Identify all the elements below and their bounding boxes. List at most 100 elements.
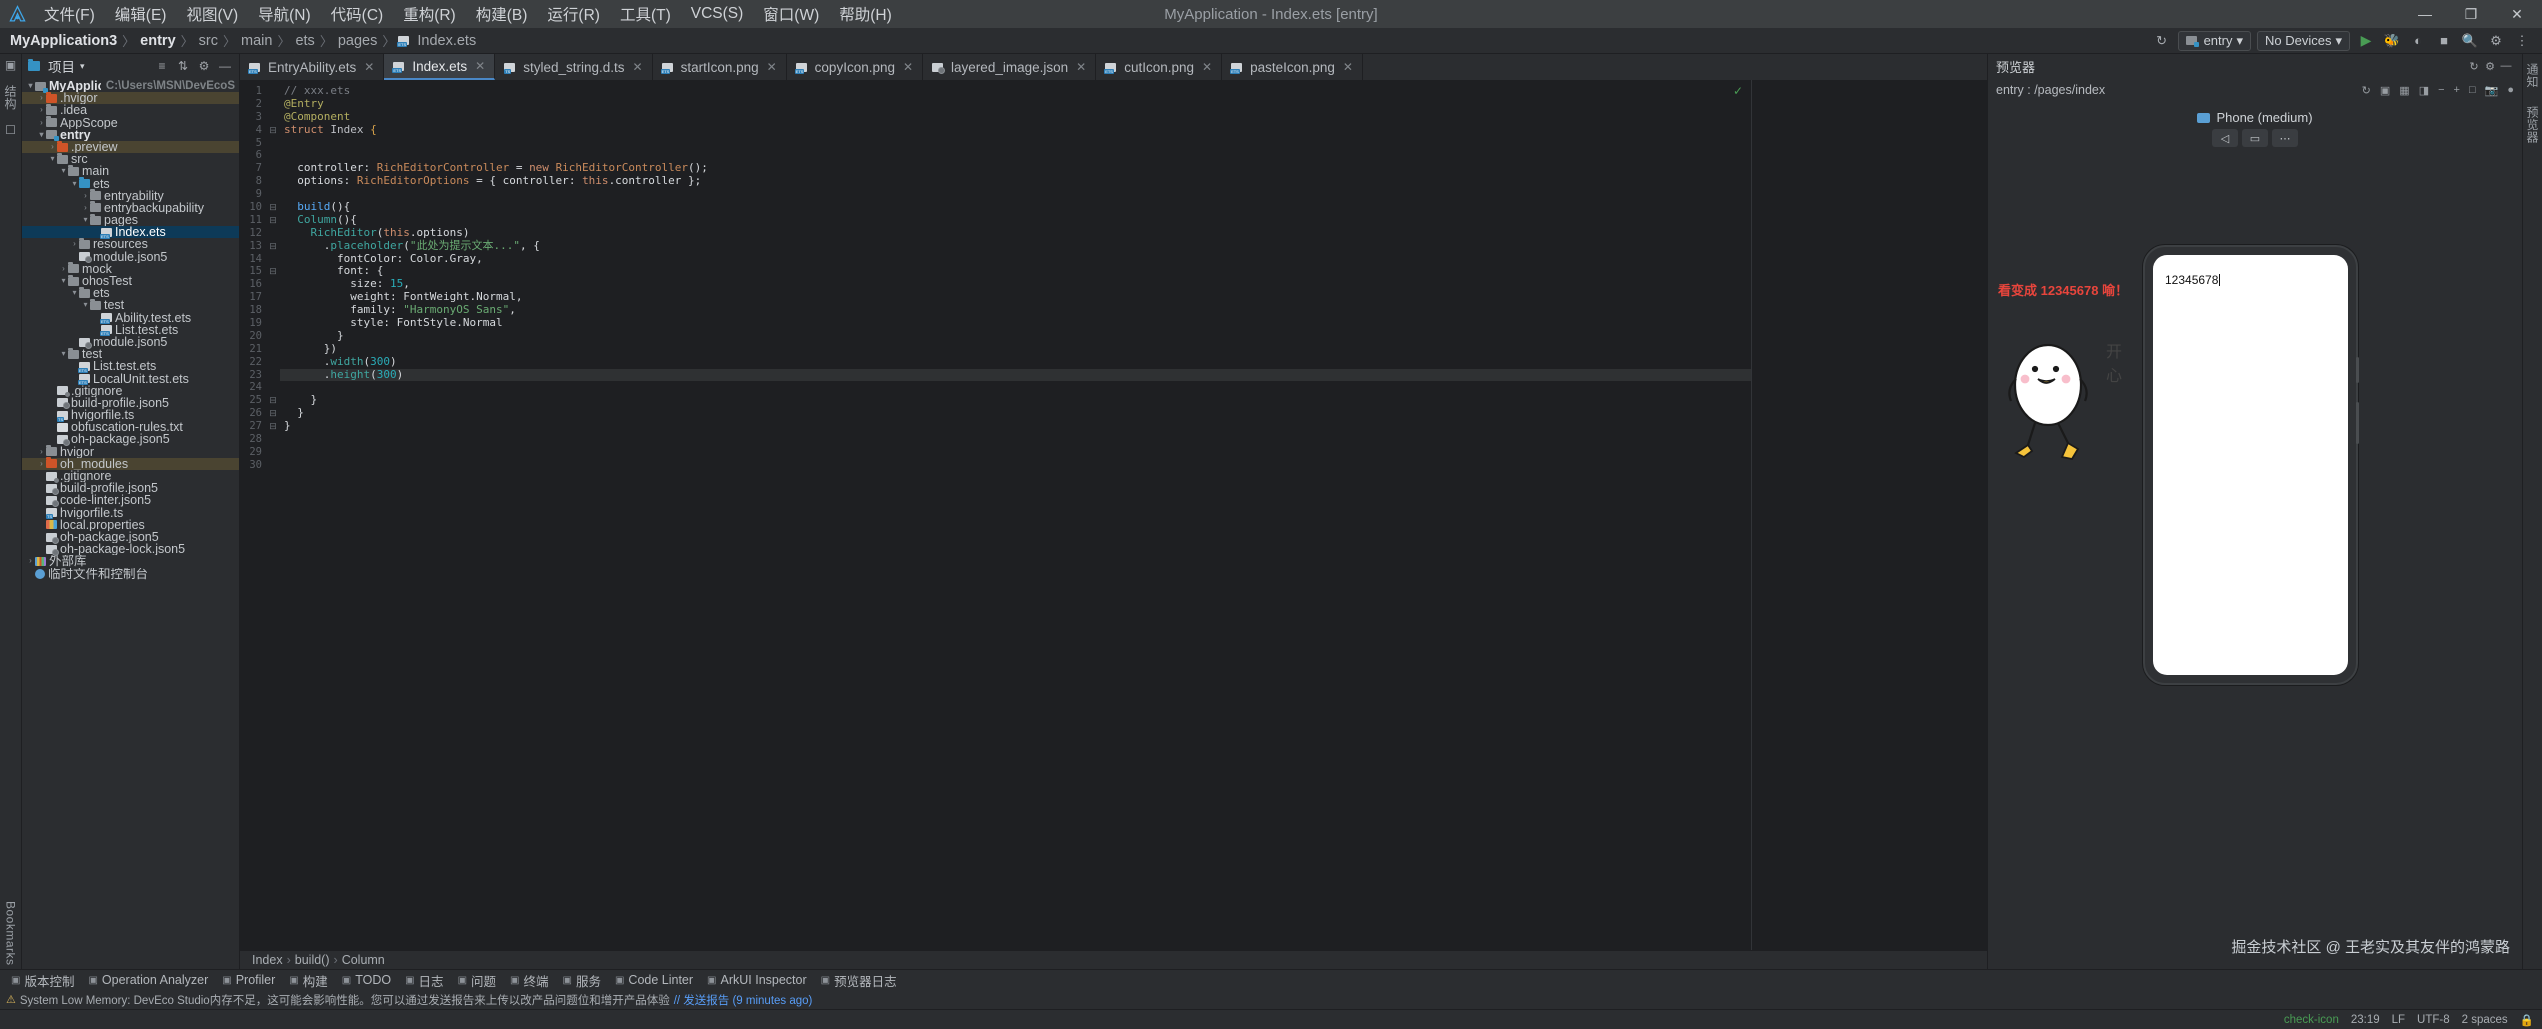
phone-screen[interactable]: 12345678 <box>2153 255 2348 675</box>
tree-item[interactable]: Ability.test.ets <box>22 312 239 325</box>
chevron-down-icon[interactable]: ▾ <box>70 178 79 190</box>
code-line[interactable]: // xxx.ets <box>280 84 1751 98</box>
tree-item[interactable]: ▾ ets <box>22 286 239 299</box>
grid-icon[interactable]: ▦ <box>2399 84 2409 97</box>
fit-icon[interactable]: □ <box>2469 84 2476 96</box>
minimize-button[interactable]: — <box>2402 0 2448 28</box>
home-button[interactable]: ▭ <box>2242 129 2268 147</box>
tree-item[interactable]: ▾ src <box>22 152 239 165</box>
menu-item-window[interactable]: 窗口(W) <box>753 0 829 28</box>
tree-item[interactable]: .gitignore <box>22 470 239 483</box>
tree-item[interactable]: oh-package.json5 <box>22 531 239 544</box>
line-separator[interactable]: LF <box>2392 1014 2405 1026</box>
search-icon[interactable]: 🔍 <box>2460 31 2480 51</box>
menu-item-vcs[interactable]: VCS(S) <box>681 2 754 26</box>
code-line[interactable]: } <box>280 406 1751 420</box>
close-icon[interactable]: ✕ <box>903 60 913 74</box>
chevron-down-icon[interactable]: ▾ <box>37 129 46 141</box>
notifications-label[interactable]: 通知 <box>2524 60 2541 91</box>
code-content[interactable]: // xxx.ets @Entry @Component struct Index {… <box>280 80 1751 950</box>
editor-tab[interactable]: Index.ets ✕ <box>384 54 496 80</box>
code-line[interactable]: } <box>280 329 1751 343</box>
chevron-right-icon[interactable]: › <box>37 104 46 116</box>
code-editor[interactable]: 1 2 3 4 5 6 7 8 9 10 11 12 13 14 15 16 17 18 19 20 21 22 23 24 2… <box>240 80 1751 950</box>
code-line[interactable]: }) <box>280 342 1751 356</box>
code-fold-column[interactable]: ⊟ ⊟ ⊟ ⊟ ⊟ ⊟ ⊟ ⊟ <box>266 80 280 950</box>
bc-index[interactable]: Index <box>252 953 283 967</box>
close-icon[interactable]: ✕ <box>767 60 777 74</box>
close-button[interactable]: ✕ <box>2494 0 2540 28</box>
editor-tab[interactable]: startIcon.png ✕ <box>653 54 787 80</box>
code-line[interactable] <box>280 381 1751 394</box>
code-line[interactable]: .width(300) <box>280 355 1751 369</box>
tree-item[interactable]: Index.ets <box>22 226 239 239</box>
breadcrumb-ets[interactable]: ets <box>293 33 316 49</box>
inspector-icon[interactable]: ◨ <box>2419 84 2429 97</box>
menu-item-navigate[interactable]: 导航(N) <box>248 0 321 28</box>
close-icon[interactable]: ✕ <box>475 59 485 73</box>
inspection-status-icon[interactable]: ✓ <box>1733 84 1743 98</box>
debug-icon[interactable]: 🐝 <box>2382 31 2402 51</box>
tree-item[interactable]: ▾ ets <box>22 177 239 190</box>
code-line[interactable] <box>280 446 1751 459</box>
code-line[interactable]: struct Index { <box>280 123 1751 137</box>
tool-window-button[interactable]: ▣ TODO <box>335 971 398 990</box>
code-line[interactable]: build(){ <box>280 200 1751 214</box>
chevron-right-icon[interactable]: › <box>26 555 35 567</box>
bookmarks-label[interactable]: Bookmarks <box>4 898 18 969</box>
chevron-right-icon[interactable]: › <box>37 446 46 458</box>
bc-build[interactable]: build() <box>295 953 330 967</box>
fold-toggle-icon[interactable]: ⊟ <box>266 214 280 227</box>
file-encoding[interactable]: UTF-8 <box>2417 1014 2450 1026</box>
breadcrumb-src[interactable]: src <box>197 33 220 49</box>
chevron-right-icon[interactable]: › <box>37 92 46 104</box>
bc-column[interactable]: Column <box>342 953 385 967</box>
tree-item[interactable]: .gitignore <box>22 385 239 398</box>
chevron-right-icon[interactable]: › <box>37 117 46 129</box>
tree-item[interactable]: › hvigor <box>22 445 239 458</box>
tree-item[interactable]: › entryability <box>22 189 239 202</box>
tree-item[interactable]: local.properties <box>22 519 239 531</box>
chevron-right-icon[interactable]: › <box>81 190 90 202</box>
tree-item[interactable]: › AppScope <box>22 116 239 129</box>
tree-item[interactable]: oh-package.json5 <box>22 433 239 447</box>
code-line[interactable]: } <box>280 419 1751 433</box>
hide-panel-icon[interactable]: — <box>217 58 233 74</box>
close-icon[interactable]: ✕ <box>633 60 643 74</box>
tree-item[interactable]: ▾ pages <box>22 213 239 226</box>
tree-item[interactable]: › resources <box>22 238 239 251</box>
project-tree[interactable]: ▾ MyApplication3 [MyApplication] C:\Users\… <box>22 78 239 969</box>
breadcrumb-file[interactable]: Index.ets <box>415 33 478 49</box>
previewer-label[interactable]: 预览器 <box>2524 103 2541 147</box>
menu-item-view[interactable]: 视图(V) <box>176 0 248 28</box>
close-icon[interactable]: ✕ <box>364 60 374 74</box>
editor-tab[interactable]: pasteIcon.png ✕ <box>1222 54 1363 80</box>
fold-toggle-icon[interactable]: ⊟ <box>266 407 280 420</box>
previewer-settings-icon[interactable]: ⚙ <box>2482 58 2498 74</box>
code-line[interactable] <box>280 433 1751 446</box>
tool-window-button[interactable]: ▣ 终端 <box>503 971 555 990</box>
tree-item[interactable]: module.json5 <box>22 251 239 264</box>
editor-tab[interactable]: cutIcon.png ✕ <box>1096 54 1223 80</box>
tree-item[interactable]: build-profile.json5 <box>22 397 239 410</box>
chevron-right-icon[interactable]: › <box>81 202 90 214</box>
chevron-right-icon[interactable]: › <box>59 263 68 275</box>
stop-icon[interactable]: ■ <box>2434 31 2454 51</box>
toolstrip-label-structure[interactable]: 结构 <box>2 82 19 113</box>
tree-item[interactable]: › .preview <box>22 140 239 153</box>
tree-item[interactable]: build-profile.json5 <box>22 482 239 495</box>
tree-item[interactable]: ▾ test <box>22 347 239 360</box>
tree-item[interactable]: › .hvigor <box>22 91 239 104</box>
tree-item[interactable]: › .idea <box>22 103 239 117</box>
tree-item[interactable]: ▾ entry <box>22 129 239 142</box>
indent-setting[interactable]: 2 spaces <box>2462 1014 2508 1026</box>
chevron-down-icon[interactable]: ▾ <box>48 153 57 165</box>
chevron-down-icon[interactable]: ▾ <box>26 80 35 92</box>
code-line[interactable] <box>280 137 1751 150</box>
breadcrumb-main[interactable]: main <box>239 33 274 49</box>
project-tool-icon[interactable]: ▣ <box>5 58 16 72</box>
tree-item[interactable]: ▾ main <box>22 164 239 178</box>
fold-toggle-icon[interactable]: ⊟ <box>266 124 280 137</box>
menu-bar[interactable]: 文件(F) 编辑(E) 视图(V) 导航(N) 代码(C) 重构(R) 构建(B… <box>34 0 902 28</box>
sync-icon[interactable]: ↻ <box>2152 31 2172 51</box>
